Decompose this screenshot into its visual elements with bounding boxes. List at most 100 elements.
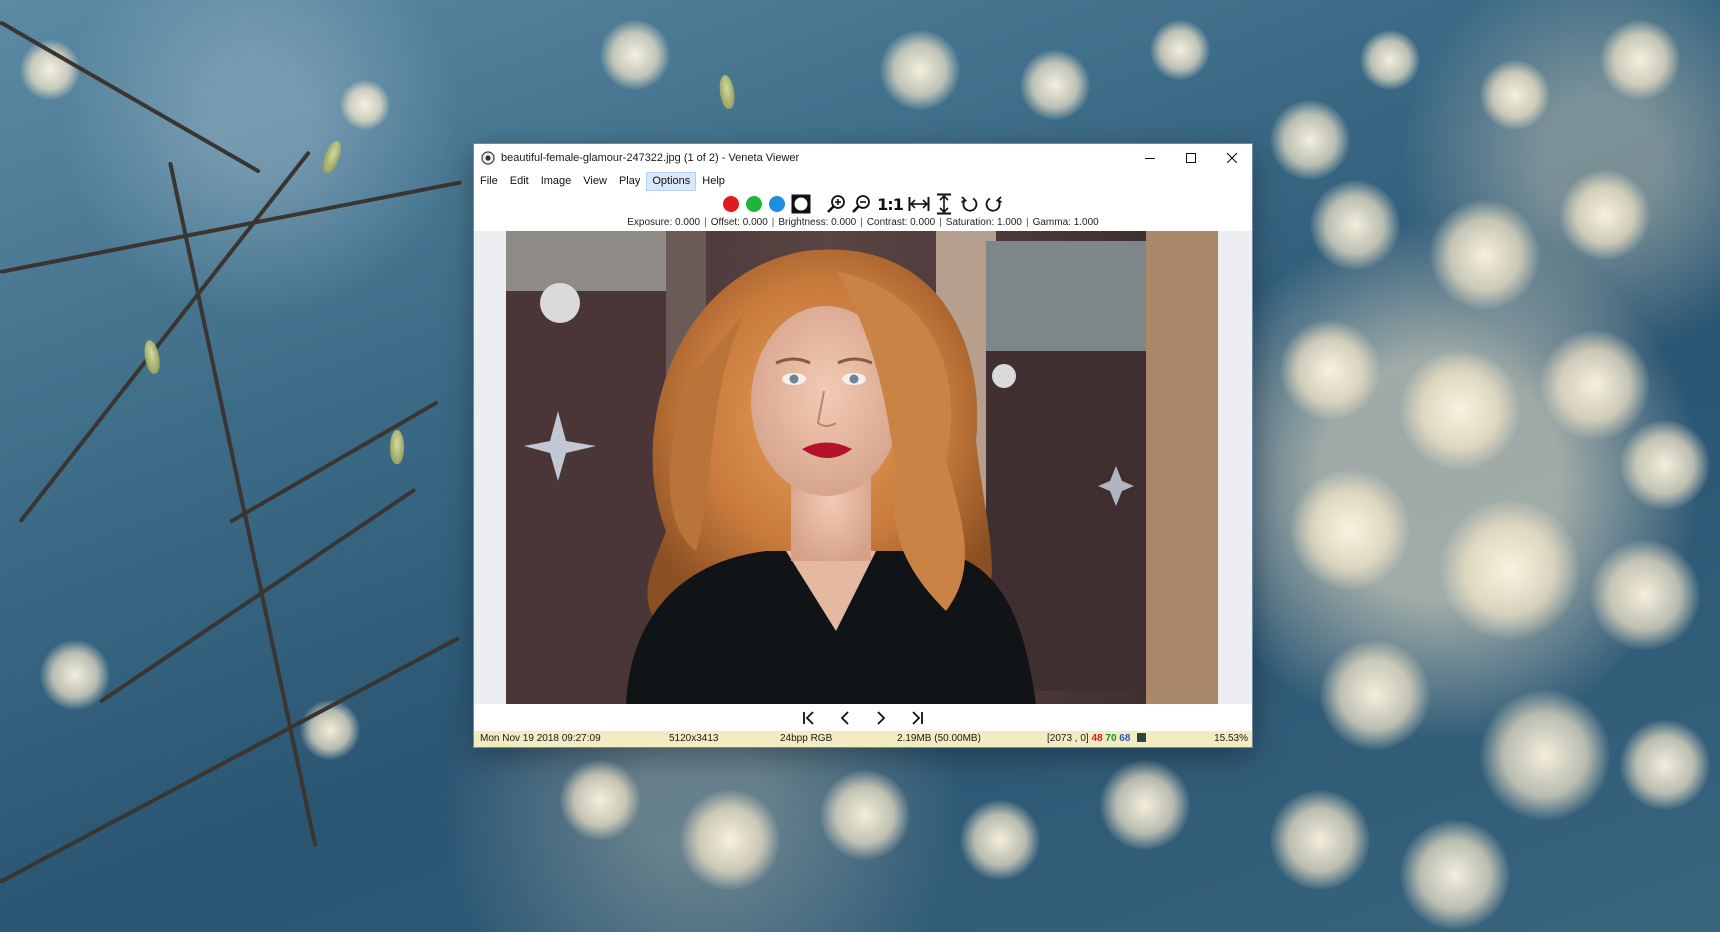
image-dimensions: 5120x3413	[669, 733, 719, 744]
last-image-button[interactable]	[903, 707, 931, 729]
bokeh-light	[560, 760, 640, 840]
bokeh-light	[1540, 330, 1650, 440]
fit-width-icon	[908, 197, 930, 211]
window-controls	[1129, 144, 1252, 172]
rotate-left-button[interactable]	[958, 193, 980, 215]
tree-branch	[0, 180, 462, 274]
title-bar[interactable]: beautiful-female-glamour-247322.jpg (1 o…	[474, 144, 1252, 172]
rotate-left-icon	[961, 196, 978, 212]
minimize-icon	[1144, 158, 1155, 159]
status-bar: Mon Nov 19 2018 09:27:09 5120x3413 24bpp…	[474, 731, 1252, 747]
fit-height-button[interactable]	[933, 193, 955, 215]
zoom-out-button[interactable]	[850, 193, 872, 215]
zoom-level: 15.53%	[1214, 733, 1248, 744]
luminance-icon	[791, 194, 811, 214]
file-size: 2.19MB (50.00MB)	[897, 733, 981, 744]
bokeh-light	[880, 30, 960, 110]
bokeh-light	[1440, 500, 1580, 640]
bokeh-light	[1270, 100, 1350, 180]
pixel-format: 24bpp RGB	[780, 733, 833, 744]
menu-play[interactable]: Play	[613, 172, 646, 191]
bokeh-light	[680, 790, 780, 890]
bokeh-light	[1560, 170, 1650, 260]
bokeh-light	[1270, 790, 1370, 890]
last-icon	[912, 710, 923, 725]
menu-image[interactable]: Image	[535, 172, 578, 191]
bokeh-light	[600, 20, 670, 90]
rotate-right-button[interactable]	[983, 193, 1005, 215]
window-title: beautiful-female-glamour-247322.jpg (1 o…	[501, 152, 800, 164]
actual-size-button[interactable]: 1:1	[875, 195, 905, 214]
rotate-right-icon	[985, 196, 1002, 212]
bokeh-light	[1400, 350, 1520, 470]
bokeh-light	[1480, 690, 1610, 820]
pixel-info: [2073 , 0] 48 70 68	[1047, 733, 1147, 744]
green-channel-icon[interactable]	[746, 196, 763, 212]
menu-file[interactable]: File	[474, 172, 504, 191]
contrast-value: Contrast: 0.000	[866, 217, 936, 228]
bokeh-light	[1320, 640, 1430, 750]
displayed-photo[interactable]	[506, 231, 1218, 704]
navigation-bar	[474, 704, 1252, 731]
maximize-icon	[1185, 153, 1196, 163]
offset-value: Offset: 0.000	[710, 217, 768, 228]
tree-bud	[390, 430, 404, 464]
previous-image-button[interactable]	[831, 707, 859, 729]
zoom-out-icon	[852, 195, 871, 213]
first-image-button[interactable]	[795, 707, 823, 729]
tree-branch	[168, 161, 318, 848]
adjustment-readout: Exposure: 0.000 | Offset: 0.000 | Brightness…	[627, 217, 1099, 228]
bokeh-light	[1590, 540, 1700, 650]
bokeh-light	[1020, 50, 1090, 120]
bokeh-light	[1100, 760, 1190, 850]
menu-help[interactable]: Help	[696, 172, 731, 191]
portrait-image	[506, 231, 1218, 704]
bokeh-light	[1280, 320, 1380, 420]
minimize-button[interactable]	[1129, 144, 1170, 172]
menu-edit[interactable]: Edit	[504, 172, 535, 191]
menu-options[interactable]: Options	[646, 172, 697, 191]
next-icon	[877, 710, 886, 725]
viewer-window: beautiful-female-glamour-247322.jpg (1 o…	[474, 144, 1252, 747]
gamma-value: Gamma: 1.000	[1032, 217, 1099, 228]
fit-width-button[interactable]	[908, 193, 930, 215]
bokeh-light	[1290, 470, 1410, 590]
bokeh-light	[1620, 720, 1710, 810]
bokeh-light	[340, 80, 390, 130]
red-channel-icon[interactable]	[723, 196, 740, 212]
pixel-green-value: 70	[1105, 733, 1117, 744]
pixel-red-value: 48	[1091, 733, 1103, 744]
maximize-button[interactable]	[1170, 144, 1211, 172]
pixel-blue-value: 68	[1119, 733, 1131, 744]
bokeh-light	[1150, 20, 1210, 80]
menu-view[interactable]: View	[577, 172, 613, 191]
bokeh-light	[1620, 420, 1710, 510]
brightness-value: Brightness: 0.000	[778, 217, 857, 228]
tree-bud	[319, 138, 345, 176]
blue-channel-icon[interactable]	[769, 196, 786, 212]
luminance-button[interactable]	[790, 193, 812, 215]
bokeh-light	[820, 770, 910, 860]
tree-branch	[98, 487, 417, 704]
bokeh-light	[1360, 30, 1420, 90]
bokeh-light	[1430, 200, 1540, 310]
first-icon	[803, 710, 814, 725]
tree-branch	[229, 400, 439, 524]
bokeh-light	[1480, 60, 1550, 130]
toolbar: 1:1	[474, 191, 1252, 217]
tree-branch	[18, 150, 311, 524]
next-image-button[interactable]	[867, 707, 895, 729]
bokeh-light	[1400, 820, 1510, 930]
previous-icon	[840, 710, 849, 725]
image-viewport[interactable]	[474, 231, 1252, 704]
close-button[interactable]	[1211, 144, 1252, 172]
tree-bud	[717, 74, 737, 110]
pixel-color-swatch	[1137, 733, 1147, 742]
bokeh-light	[960, 800, 1040, 880]
close-icon	[1226, 153, 1237, 163]
zoom-in-icon	[827, 195, 846, 213]
bokeh-light	[1600, 20, 1680, 100]
bokeh-light	[1310, 180, 1400, 270]
zoom-in-button[interactable]	[825, 193, 847, 215]
menu-bar: File Edit Image View Play Options Help	[474, 172, 1252, 191]
